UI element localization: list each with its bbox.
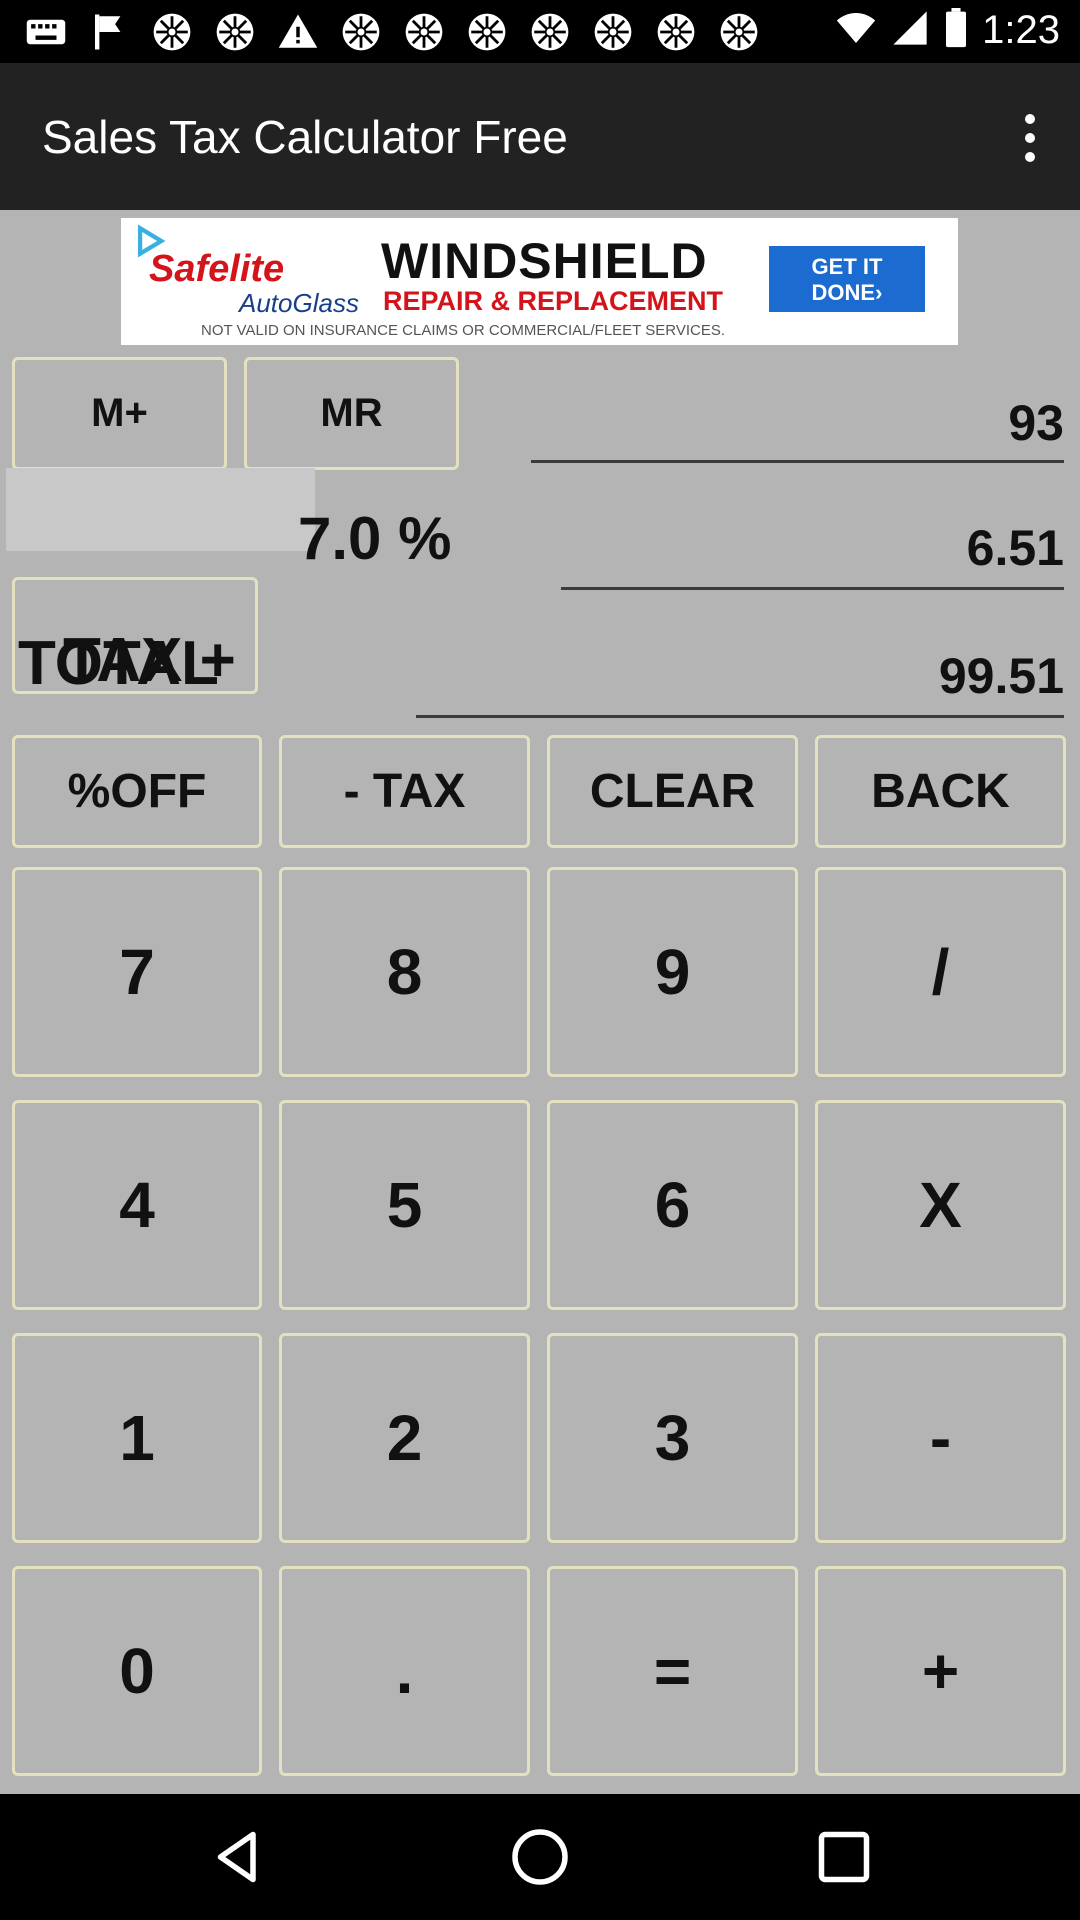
key-7[interactable]: 7 — [12, 867, 262, 1077]
signal-icon — [890, 8, 930, 53]
key-equals[interactable]: = — [547, 1566, 798, 1776]
settings-wheel-icon — [526, 10, 574, 54]
warning-icon — [274, 10, 322, 54]
overlay-box — [6, 468, 315, 551]
key-divide[interactable]: / — [815, 867, 1066, 1077]
key-4[interactable]: 4 — [12, 1100, 262, 1310]
settings-wheel-icon — [400, 10, 448, 54]
home-nav-icon[interactable] — [510, 1827, 570, 1887]
key-add[interactable]: + — [815, 1566, 1066, 1776]
total-label: TOTAL — [18, 629, 219, 698]
ad-cta-line2: DONE› — [811, 280, 883, 305]
ad-cta-button[interactable]: GET IT DONE› — [769, 246, 925, 312]
key-8[interactable]: 8 — [279, 867, 530, 1077]
key-5[interactable]: 5 — [279, 1100, 530, 1310]
amount-display[interactable]: 93 — [531, 378, 1064, 463]
key-multiply[interactable]: X — [815, 1100, 1066, 1310]
wifi-icon — [836, 8, 876, 53]
settings-wheel-icon — [589, 10, 637, 54]
key-6[interactable]: 6 — [547, 1100, 798, 1310]
battery-icon — [944, 8, 968, 53]
total-display: 99.51 — [416, 634, 1064, 718]
ad-disclaimer: NOT VALID ON INSURANCE CLAIMS OR COMMERC… — [201, 322, 725, 339]
settings-wheel-icon — [337, 10, 385, 54]
percent-off-button[interactable]: %OFF — [12, 735, 262, 848]
settings-wheel-icon — [148, 10, 196, 54]
status-right: 1:23 — [836, 8, 1060, 53]
key-0[interactable]: 0 — [12, 1566, 262, 1776]
status-bar: 1:23 — [0, 0, 1080, 63]
minus-tax-button[interactable]: - TAX — [279, 735, 530, 848]
key-1[interactable]: 1 — [12, 1333, 262, 1543]
key-2[interactable]: 2 — [279, 1333, 530, 1543]
ad-banner[interactable]: Safelite AutoGlass WINDSHIELD REPAIR & R… — [121, 218, 958, 345]
key-decimal[interactable]: . — [279, 1566, 530, 1776]
ad-brand: Safelite — [149, 248, 285, 290]
navigation-bar — [0, 1794, 1080, 1920]
settings-wheel-icon — [715, 10, 763, 54]
tax-rate[interactable]: 7.0 % — [298, 504, 451, 573]
ad-brand-sub: AutoGlass — [239, 288, 359, 318]
app-title: Sales Tax Calculator Free — [42, 111, 568, 163]
flag-icon — [85, 10, 133, 54]
clear-button[interactable]: CLEAR — [547, 735, 798, 848]
notification-icons — [22, 10, 763, 54]
ad-headline: WINDSHIELD — [381, 233, 708, 289]
key-9[interactable]: 9 — [547, 867, 798, 1077]
key-3[interactable]: 3 — [547, 1333, 798, 1543]
settings-wheel-icon — [211, 10, 259, 54]
keyboard-icon — [22, 10, 70, 54]
settings-wheel-icon — [463, 10, 511, 54]
clock: 1:23 — [982, 8, 1060, 52]
calculator-body: Safelite AutoGlass WINDSHIELD REPAIR & R… — [0, 210, 1080, 1794]
back-nav-icon[interactable] — [208, 1827, 268, 1887]
memory-recall-button[interactable]: MR — [244, 357, 459, 470]
ad-cta-line1: GET IT — [811, 254, 883, 279]
settings-wheel-icon — [652, 10, 700, 54]
ad-subhead: REPAIR & REPLACEMENT — [383, 286, 724, 316]
back-button[interactable]: BACK — [815, 735, 1066, 848]
memory-add-button[interactable]: M+ — [12, 357, 227, 470]
tax-amount-display: 6.51 — [561, 506, 1064, 590]
app-bar: Sales Tax Calculator Free — [0, 63, 1080, 210]
recents-nav-icon[interactable] — [814, 1827, 874, 1887]
overflow-menu-icon[interactable] — [1000, 103, 1060, 173]
key-subtract[interactable]: - — [815, 1333, 1066, 1543]
